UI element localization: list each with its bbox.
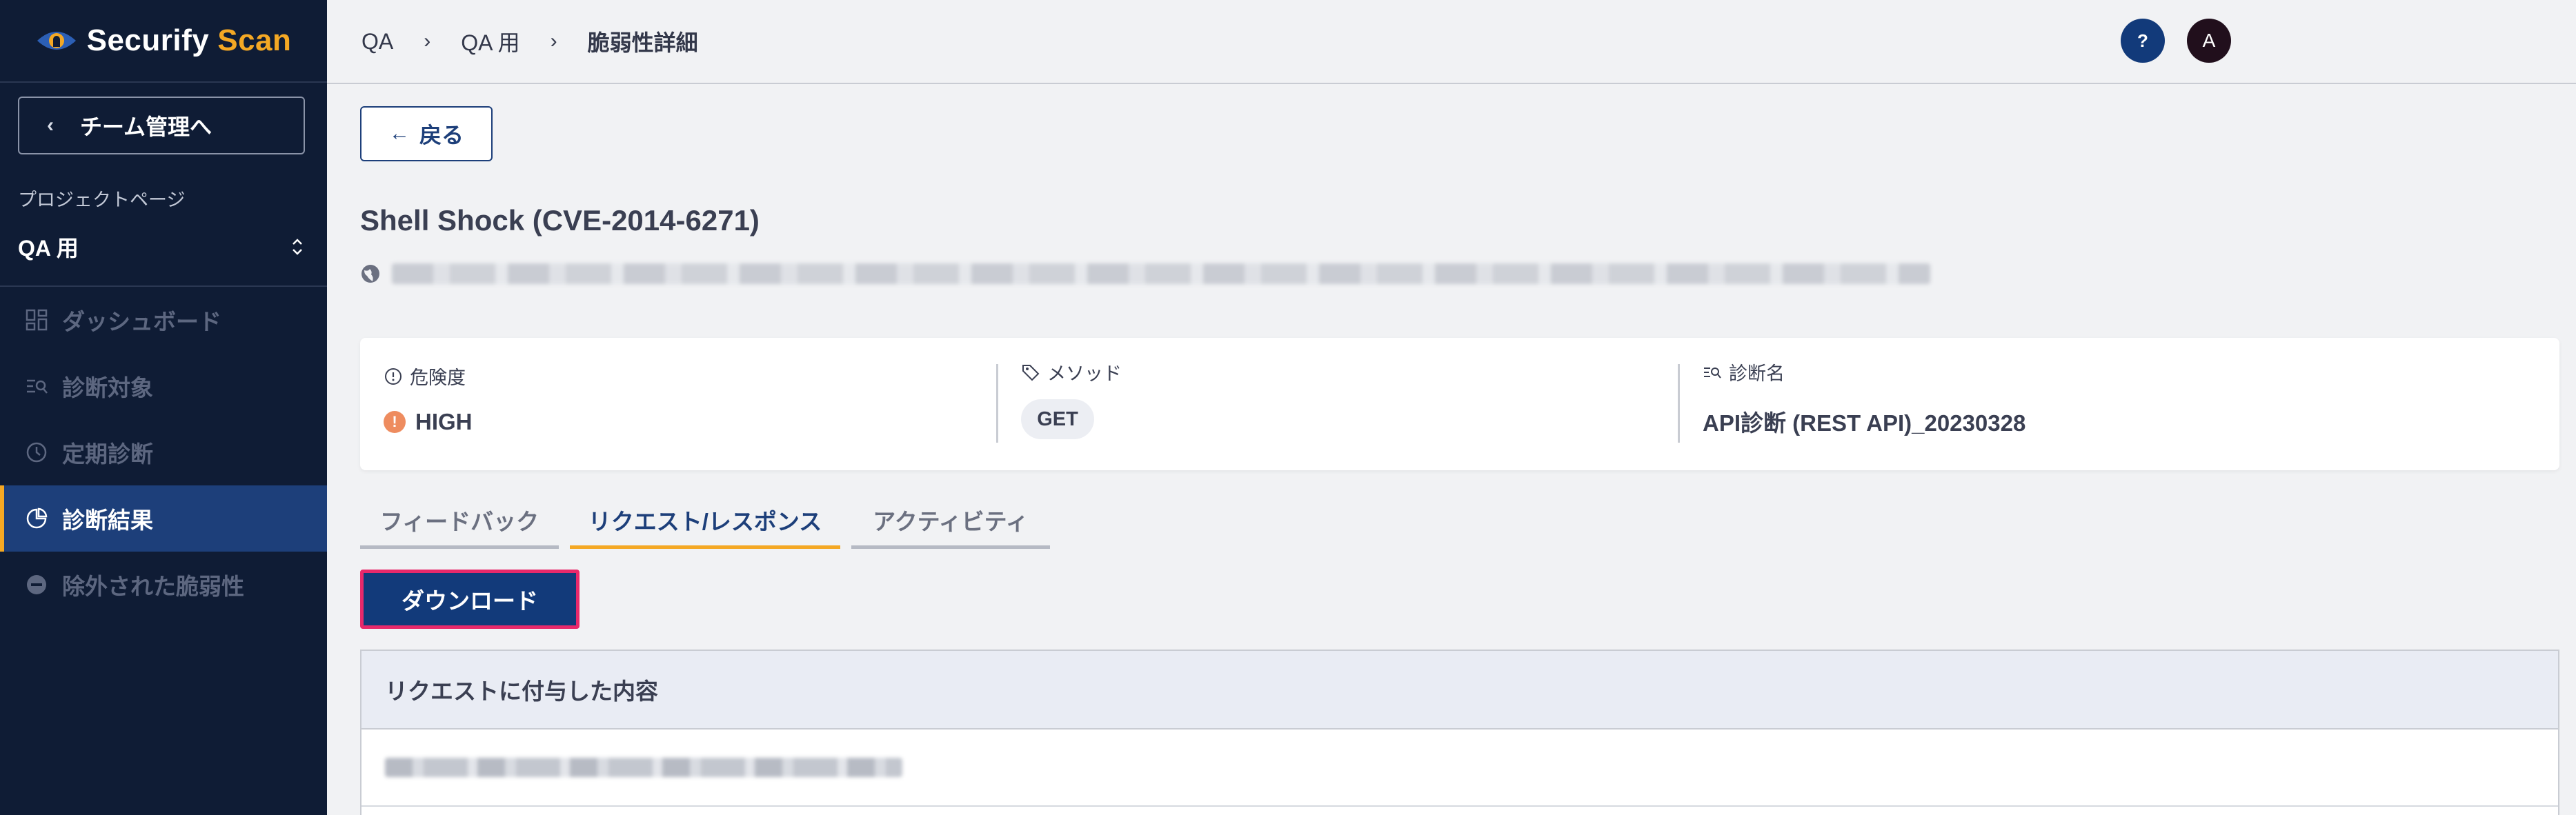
sidebar-item-label: 診断結果	[62, 507, 153, 533]
eye-logo-icon	[37, 32, 76, 50]
sidebar-item-excluded-vulnerabilities[interactable]: 除外された脆弱性	[0, 552, 327, 618]
info-divider	[1678, 364, 1680, 443]
scan-name-value: API診断 (REST API)_20230328	[1703, 410, 2026, 436]
page-title: Shell Shock (CVE-2014-6271)	[360, 204, 760, 237]
sidebar-item-scheduled-scans[interactable]: 定期診断	[0, 419, 327, 485]
top-header: QA › QA 用 › 脆弱性詳細	[327, 0, 2576, 84]
breadcrumb: QA › QA 用 › 脆弱性詳細	[361, 26, 698, 57]
breadcrumb-item-project[interactable]: QA 用	[461, 26, 519, 57]
arrow-left-icon: ←	[388, 122, 410, 145]
severity-value: HIGH	[415, 409, 473, 434]
target-url-row	[360, 263, 1930, 284]
alert-icon: !	[384, 411, 406, 433]
info-circle-icon	[385, 368, 402, 385]
globe-icon	[361, 265, 379, 283]
severity-label-row: 危険度	[384, 363, 473, 390]
back-button-label: 戻る	[419, 123, 464, 148]
breadcrumb-separator-icon: ›	[550, 30, 557, 52]
method-chip: GET	[1021, 399, 1094, 439]
blurred-request-content	[385, 758, 902, 777]
back-to-team-button[interactable]: ‹ チーム管理へ	[18, 97, 305, 154]
brand-name: Securify Scan	[87, 23, 292, 58]
project-name: QA 用	[18, 236, 79, 261]
sidebar-item-label: 定期診断	[62, 441, 153, 467]
pie-chart-icon	[26, 507, 48, 529]
brand-logo-area[interactable]: Securify Scan	[0, 0, 327, 83]
severity-column: 危険度 ! HIGH	[384, 363, 473, 435]
breadcrumb-separator-icon: ›	[424, 30, 431, 52]
breadcrumb-item-qa[interactable]: QA	[361, 29, 393, 54]
minus-circle-icon	[27, 575, 46, 594]
user-avatar[interactable]: A	[2187, 19, 2231, 63]
info-divider	[996, 364, 998, 443]
sidebar-item-scan-results[interactable]: 診断結果	[0, 485, 327, 552]
download-button[interactable]: ダウンロード	[360, 570, 579, 629]
method-column: メソッド GET	[1021, 359, 1122, 439]
help-button[interactable]: ?	[2121, 19, 2165, 63]
sidebar-item-label: 除外された脆弱性	[62, 574, 244, 599]
brand-name-part2: Scan	[217, 23, 292, 57]
breadcrumb-item-current: 脆弱性詳細	[587, 30, 698, 55]
sidebar-nav: ダッシュボード 診断対象 定期診断 診断結果 除外された脆弱性	[0, 287, 327, 618]
chevron-up-down-icon	[293, 239, 302, 255]
scan-name-label-row: 診断名	[1703, 359, 2025, 385]
sidebar-item-label: ダッシュボード	[62, 309, 221, 334]
project-selector[interactable]: QA 用	[18, 228, 305, 266]
scan-name-label: 診断名	[1729, 363, 1785, 384]
sidebar: Securify Scan ‹ チーム管理へ プロジェクトページ QA 用 ダッシ…	[0, 0, 327, 815]
chevron-left-icon: ‹	[47, 114, 54, 137]
request-content-row	[361, 730, 2558, 807]
vulnerability-info-card: 危険度 ! HIGH メソッド GET 診断名 API診断 (REST API)…	[360, 338, 2559, 470]
tag-icon	[1022, 364, 1040, 381]
severity-label: 危険度	[410, 368, 466, 388]
back-to-team-label: チーム管理へ	[80, 114, 212, 139]
sidebar-item-label: 診断対象	[62, 375, 153, 401]
project-section-label: プロジェクトページ	[18, 190, 186, 210]
tab-activity[interactable]: アクティビティ	[851, 494, 1050, 549]
tab-request-response[interactable]: リクエスト/レスポンス	[570, 494, 840, 549]
brand-name-part1: Securify	[86, 23, 210, 57]
sidebar-item-scan-targets[interactable]: 診断対象	[0, 353, 327, 419]
dashboard-icon	[26, 309, 48, 331]
request-content-panel: リクエストに付与した内容	[360, 650, 2559, 815]
method-label-row: メソッド	[1021, 359, 1122, 385]
sidebar-item-dashboard[interactable]: ダッシュボード	[0, 287, 327, 353]
tab-feedback[interactable]: フィードバック	[360, 494, 559, 549]
blurred-url	[392, 263, 1930, 284]
method-label: メソッド	[1047, 363, 1122, 384]
scan-search-icon	[1704, 367, 1721, 379]
detail-tabs: フィードバック リクエスト/レスポンス アクティビティ	[360, 494, 1061, 549]
clock-icon	[26, 442, 47, 463]
back-button[interactable]: ← 戻る	[360, 106, 493, 161]
scan-name-column: 診断名 API診断 (REST API)_20230328	[1703, 359, 2025, 438]
severity-value-row: ! HIGH	[384, 409, 473, 435]
request-section-title: リクエストに付与した内容	[361, 651, 2558, 730]
scan-target-icon	[27, 379, 48, 394]
